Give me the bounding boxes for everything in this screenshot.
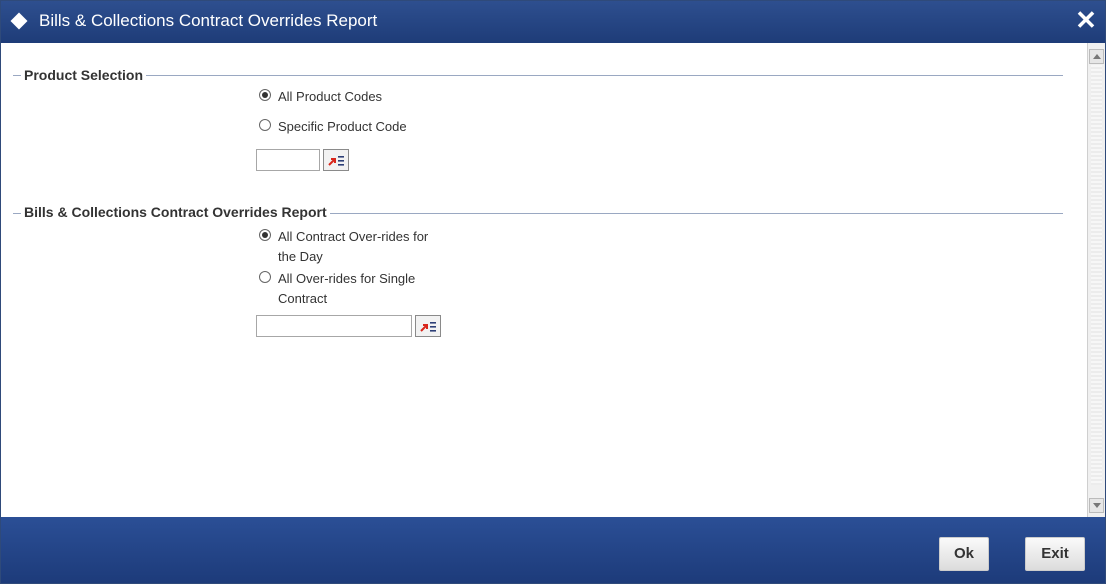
product-selection-legend: Product Selection <box>21 67 147 83</box>
radio-label-line2: Contract <box>278 291 328 306</box>
radio-label: All Over-rides for Single Contract <box>278 269 415 309</box>
window-title: Bills & Collections Contract Overrides R… <box>39 11 378 30</box>
radio-label: Specific Product Code <box>278 119 407 134</box>
contract-reference-input[interactable] <box>256 315 412 337</box>
radio-specific-product-code[interactable]: Specific Product Code <box>259 117 407 137</box>
radio-button[interactable] <box>259 89 271 101</box>
radio-label: All Product Codes <box>278 89 383 104</box>
radio-label: All Contract Over-rides for the Day <box>278 227 428 267</box>
radio-label-line1: All Over-rides for Single <box>278 271 416 286</box>
radio-button[interactable] <box>259 229 271 241</box>
vertical-scrollbar[interactable] <box>1087 43 1105 517</box>
overrides-report-legend: Bills & Collections Contract Overrides R… <box>21 204 330 220</box>
product-code-input[interactable] <box>256 149 320 171</box>
ok-button[interactable]: Ok <box>939 537 989 571</box>
radio-all-contract-overrides[interactable]: All Contract Over-rides for the Day <box>259 227 428 267</box>
list-of-values-icon <box>328 156 344 166</box>
list-of-values-icon <box>420 322 436 332</box>
radio-label-line1: All Contract Over-rides for <box>278 229 429 244</box>
title-bar: Bills & Collections Contract Overrides R… <box>1 1 1105 43</box>
scrollbar-track[interactable] <box>1091 65 1102 485</box>
radio-button[interactable] <box>259 119 271 131</box>
close-button[interactable]: ✕ <box>1073 7 1099 33</box>
scroll-down-arrow-icon[interactable] <box>1089 498 1104 513</box>
report-window: Bills & Collections Contract Overrides R… <box>0 0 1106 584</box>
form-content: Product Selection All Product Codes Spec… <box>1 43 1087 517</box>
contract-lov-button[interactable] <box>415 315 441 337</box>
scroll-up-arrow-icon[interactable] <box>1089 49 1104 64</box>
radio-single-contract-overrides[interactable]: All Over-rides for Single Contract <box>259 269 415 309</box>
radio-button[interactable] <box>259 271 271 283</box>
product-code-lov-button[interactable] <box>323 149 349 171</box>
radio-label-line2: the Day <box>278 249 323 264</box>
exit-button[interactable]: Exit <box>1025 537 1085 571</box>
diamond-icon <box>10 12 28 30</box>
section-divider <box>13 75 1063 76</box>
footer-bar: Ok Exit <box>1 517 1105 583</box>
radio-all-product-codes[interactable]: All Product Codes <box>259 87 382 107</box>
